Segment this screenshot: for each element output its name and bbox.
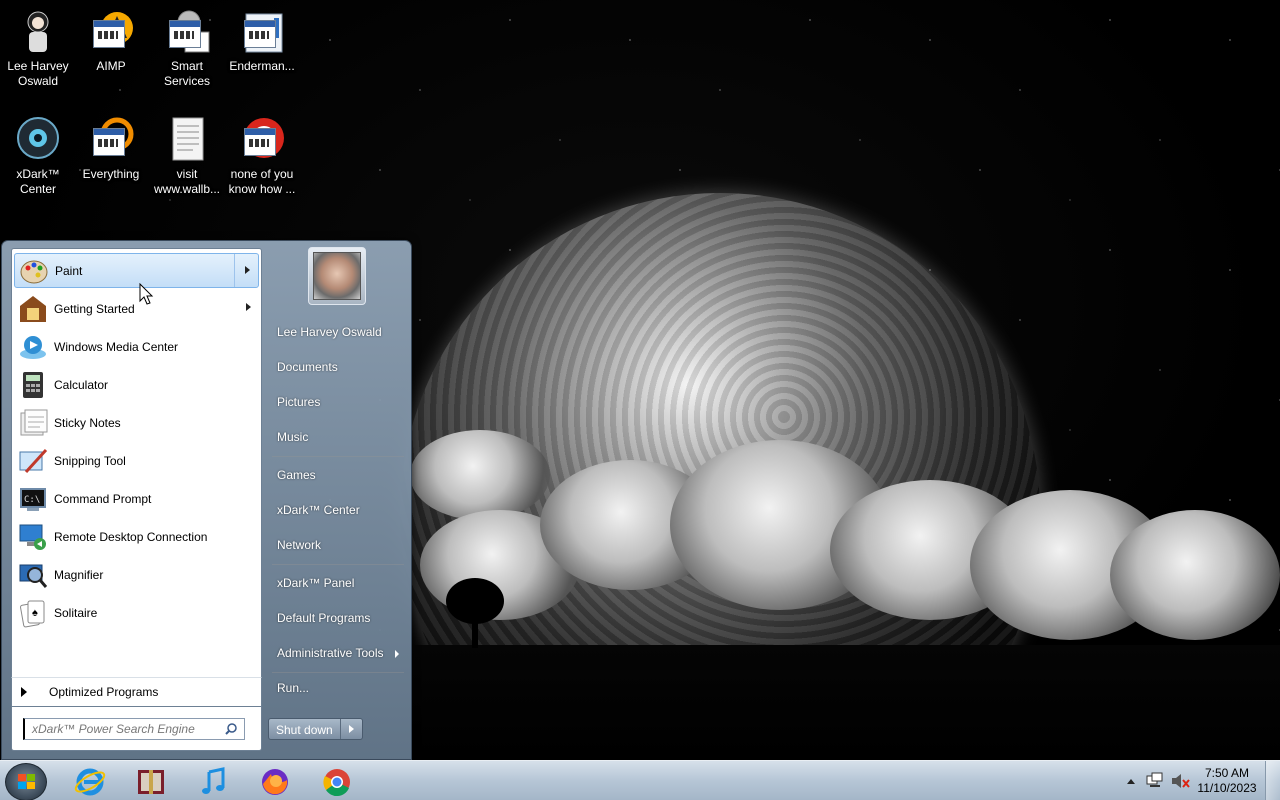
right-link-user-folder[interactable]: Lee Harvey Oswald xyxy=(269,317,407,347)
chrome-icon xyxy=(323,768,350,796)
taskbar-internet-explorer[interactable] xyxy=(63,764,117,799)
ground-silhouette xyxy=(410,645,1280,760)
submenu-arrow-icon xyxy=(245,266,250,274)
user-picture[interactable] xyxy=(308,247,366,305)
network-icon[interactable] xyxy=(1146,772,1164,790)
taskbar-chrome[interactable] xyxy=(310,764,364,799)
desktop-icon-text-file[interactable]: visit www.wallb... xyxy=(149,116,225,197)
start-menu: Paint Getting Started Windows Media Cent… xyxy=(1,240,412,760)
archive-icon xyxy=(138,769,164,794)
separator xyxy=(272,456,404,457)
program-item-snipping-tool[interactable]: Snipping Tool xyxy=(14,443,259,478)
volume-muted-icon[interactable] xyxy=(1170,772,1190,790)
expand-arrow-icon xyxy=(21,687,27,697)
media-center-icon xyxy=(18,332,48,362)
clock[interactable]: 7:50 AM 11/10/2023 xyxy=(1196,766,1258,796)
aimp-icon xyxy=(87,8,135,56)
user-folder-icon xyxy=(14,8,62,56)
svg-text:C:\: C:\ xyxy=(24,495,40,505)
right-link-administrative-tools[interactable]: Administrative Tools xyxy=(269,638,407,668)
program-item-solitaire[interactable]: ♠ Solitaire xyxy=(14,595,259,630)
right-link-default-programs[interactable]: Default Programs xyxy=(269,603,407,633)
remote-desktop-icon xyxy=(18,522,48,552)
shutdown-button[interactable]: Shut down xyxy=(269,719,341,739)
desktop-icon-none-of-you[interactable]: none of you know how ... xyxy=(224,116,300,197)
firefox-icon xyxy=(262,768,288,795)
shutdown-options-button[interactable] xyxy=(341,719,362,739)
program-item-paint[interactable]: Paint xyxy=(14,253,259,288)
paint-icon xyxy=(19,256,49,286)
desktop-icon-user-folder[interactable]: Lee Harvey Oswald xyxy=(0,8,76,89)
desktop-icon-enderman[interactable]: Enderman... xyxy=(224,8,300,74)
show-desktop-button[interactable] xyxy=(1265,761,1280,800)
music-player-icon xyxy=(202,766,225,794)
search-area: xDark™ Power Search Engine xyxy=(11,707,262,751)
search-input[interactable]: xDark™ Power Search Engine xyxy=(23,718,245,740)
tree-silhouette xyxy=(440,578,510,648)
internet-explorer-icon xyxy=(74,768,106,795)
right-link-pictures[interactable]: Pictures xyxy=(269,387,407,417)
desktop-icon-aimp[interactable]: AIMP xyxy=(73,8,149,74)
submenu-arrow-icon xyxy=(246,303,251,311)
command-prompt-icon: C:\ xyxy=(18,484,48,514)
none-of-you-icon xyxy=(238,116,286,164)
program-item-remote-desktop[interactable]: Remote Desktop Connection xyxy=(14,519,259,554)
program-list: Paint Getting Started Windows Media Cent… xyxy=(11,248,262,691)
program-item-magnifier[interactable]: Magnifier xyxy=(14,557,259,592)
smart-services-icon xyxy=(163,8,211,56)
taskbar-music-player[interactable] xyxy=(186,764,240,799)
clouds-image xyxy=(410,420,1280,660)
program-item-calculator[interactable]: Calculator xyxy=(14,367,259,402)
right-link-games[interactable]: Games xyxy=(269,460,407,490)
program-item-sticky-notes[interactable]: Sticky Notes xyxy=(14,405,259,440)
submenu-arrow-icon xyxy=(395,650,399,658)
search-icon[interactable] xyxy=(225,723,237,735)
desktop-icon-xdark-center[interactable]: xDark™ Center xyxy=(0,116,76,197)
right-link-run[interactable]: Run... xyxy=(269,673,407,703)
clock-date: 11/10/2023 xyxy=(1197,781,1257,795)
right-link-documents[interactable]: Documents xyxy=(269,352,407,382)
taskbar: 7:50 AM 11/10/2023 xyxy=(0,760,1280,800)
right-link-music[interactable]: Music xyxy=(269,422,407,452)
taskbar-firefox[interactable] xyxy=(248,764,302,799)
calculator-icon xyxy=(18,370,48,400)
clock-time: 7:50 AM xyxy=(1204,766,1250,780)
program-item-command-prompt[interactable]: C:\ Command Prompt xyxy=(14,481,259,516)
avatar xyxy=(313,252,361,300)
start-button[interactable] xyxy=(5,763,47,800)
separator xyxy=(272,564,404,565)
shutdown-control: Shut down xyxy=(268,718,363,740)
taskbar-archive[interactable] xyxy=(124,764,178,799)
right-link-xdark-panel[interactable]: xDark™ Panel xyxy=(269,568,407,598)
magnifier-icon xyxy=(18,560,48,590)
enderman-icon xyxy=(238,8,286,56)
solitaire-icon: ♠ xyxy=(18,598,48,628)
program-item-media-center[interactable]: Windows Media Center xyxy=(14,329,259,364)
getting-started-icon xyxy=(18,294,48,324)
right-link-network[interactable]: Network xyxy=(269,530,407,560)
all-programs-button[interactable]: Optimized Programs xyxy=(11,677,262,707)
program-item-getting-started[interactable]: Getting Started xyxy=(14,291,259,326)
text-file-icon xyxy=(163,116,211,164)
everything-icon xyxy=(87,116,135,164)
desktop-icon-everything[interactable]: Everything xyxy=(73,116,149,182)
svg-text:♠: ♠ xyxy=(32,607,38,619)
xdark-center-icon xyxy=(14,116,62,164)
right-link-xdark-center[interactable]: xDark™ Center xyxy=(269,495,407,525)
show-hidden-icons-button[interactable] xyxy=(1126,777,1136,785)
sticky-notes-icon xyxy=(18,408,48,438)
snipping-tool-icon xyxy=(18,446,48,476)
windows-logo-icon xyxy=(18,774,35,789)
desktop-icon-smart-services[interactable]: Smart Services xyxy=(149,8,225,89)
